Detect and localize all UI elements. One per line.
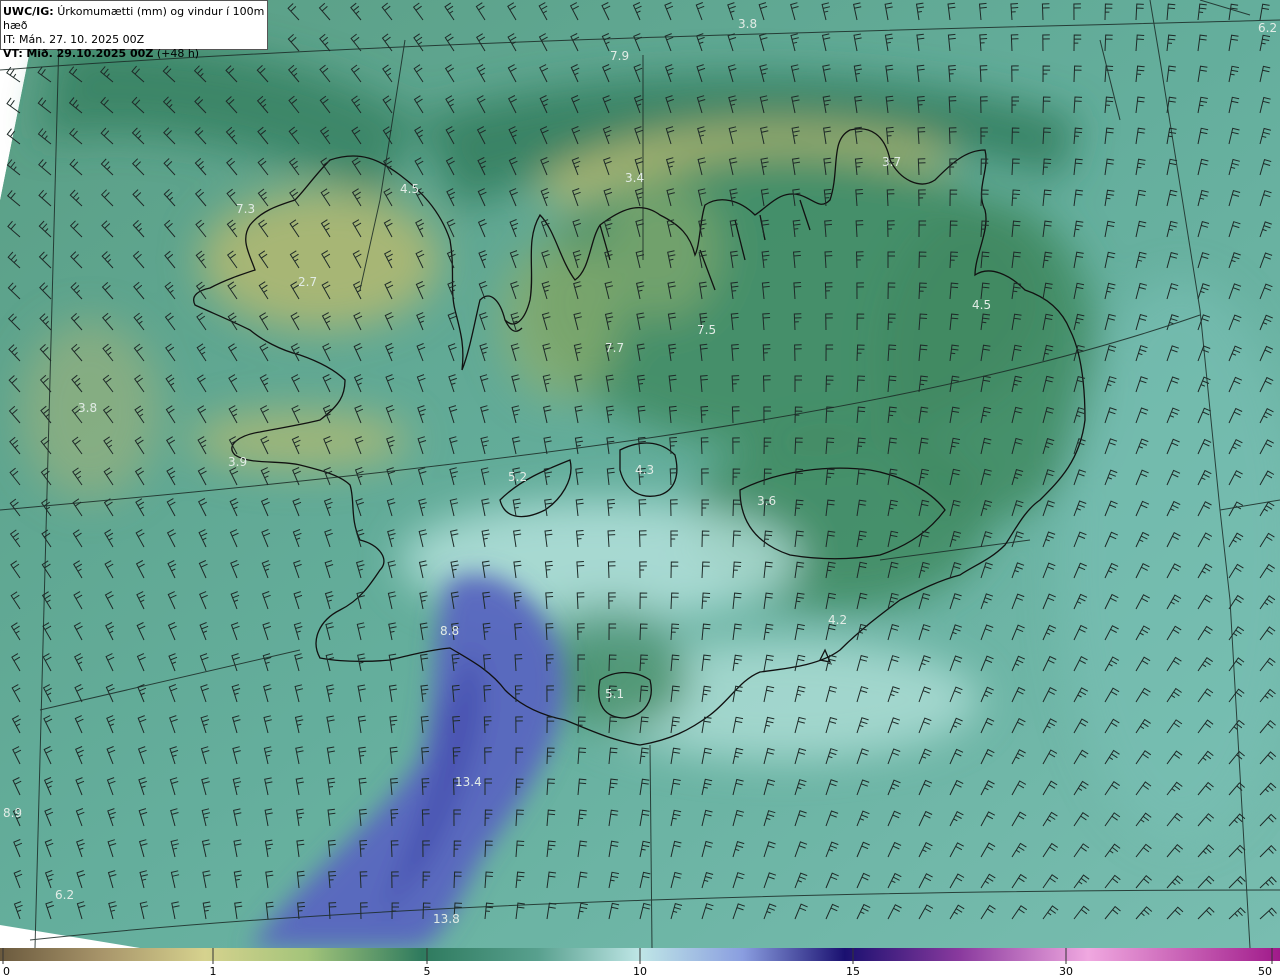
precipitation-map: 3.8 6.2 7.9 3.4 3.7 7.3 4.5 2.7 4.5 7.5 … [0,0,1280,948]
valid-time: VT: Mið. 29.10.2025 00Z (+48 h) [3,47,267,61]
product-code: UWC/IG: [3,5,54,18]
forecast-info-box: UWC/IG: Úrkomumætti (mm) og vindur í 100… [0,0,268,60]
colorbar-tick-label: 1 [210,965,217,978]
value-label: 8.9 [3,806,22,820]
product-title: UWC/IG: Úrkomumætti (mm) og vindur í 100… [3,5,267,33]
colorbar-tick-label: 0 [3,965,10,978]
value-label: 3.6 [757,494,776,508]
valid-time-value: Mið. 29.10.2025 00Z [26,47,154,60]
valid-time-label: VT: [3,47,23,60]
value-label: 5.1 [605,687,624,701]
colorbar-tick-label: 5 [424,965,431,978]
init-time-value: Mán. 27. 10. 2025 00Z [18,33,145,46]
init-time: IT: Mán. 27. 10. 2025 00Z [3,33,267,47]
valid-time-offset: (+48 h) [156,47,200,60]
value-label: 4.5 [400,182,419,196]
value-label: 2.7 [298,275,317,289]
value-label: 7.5 [697,323,716,337]
value-label: 3.9 [228,455,247,469]
value-label: 7.9 [610,49,629,63]
value-label: 3.4 [625,171,644,185]
value-label: 6.2 [1258,21,1277,35]
value-label: 3.8 [738,17,757,31]
value-label: 7.7 [605,341,624,355]
value-label: 13.8 [433,912,460,926]
colorbar-tick-label: 50 [1258,965,1272,978]
value-label: 3.8 [78,401,97,415]
value-label: 4.3 [635,463,654,477]
value-label: 6.2 [55,888,74,902]
value-label: 3.7 [882,155,901,169]
colorbar-tick-label: 15 [846,965,860,978]
colorbar-tick-label: 10 [633,965,647,978]
init-time-label: IT: [3,33,16,46]
value-label: 4.2 [828,613,847,627]
value-label: 13.4 [455,775,482,789]
colorbar: 0 1 5 10 15 30 50 [0,948,1280,978]
value-label: 7.3 [236,202,255,216]
value-label: 8.8 [440,624,459,638]
value-label: 5.2 [508,470,527,484]
colorbar-tick-label: 30 [1059,965,1073,978]
value-label: 4.5 [972,298,991,312]
